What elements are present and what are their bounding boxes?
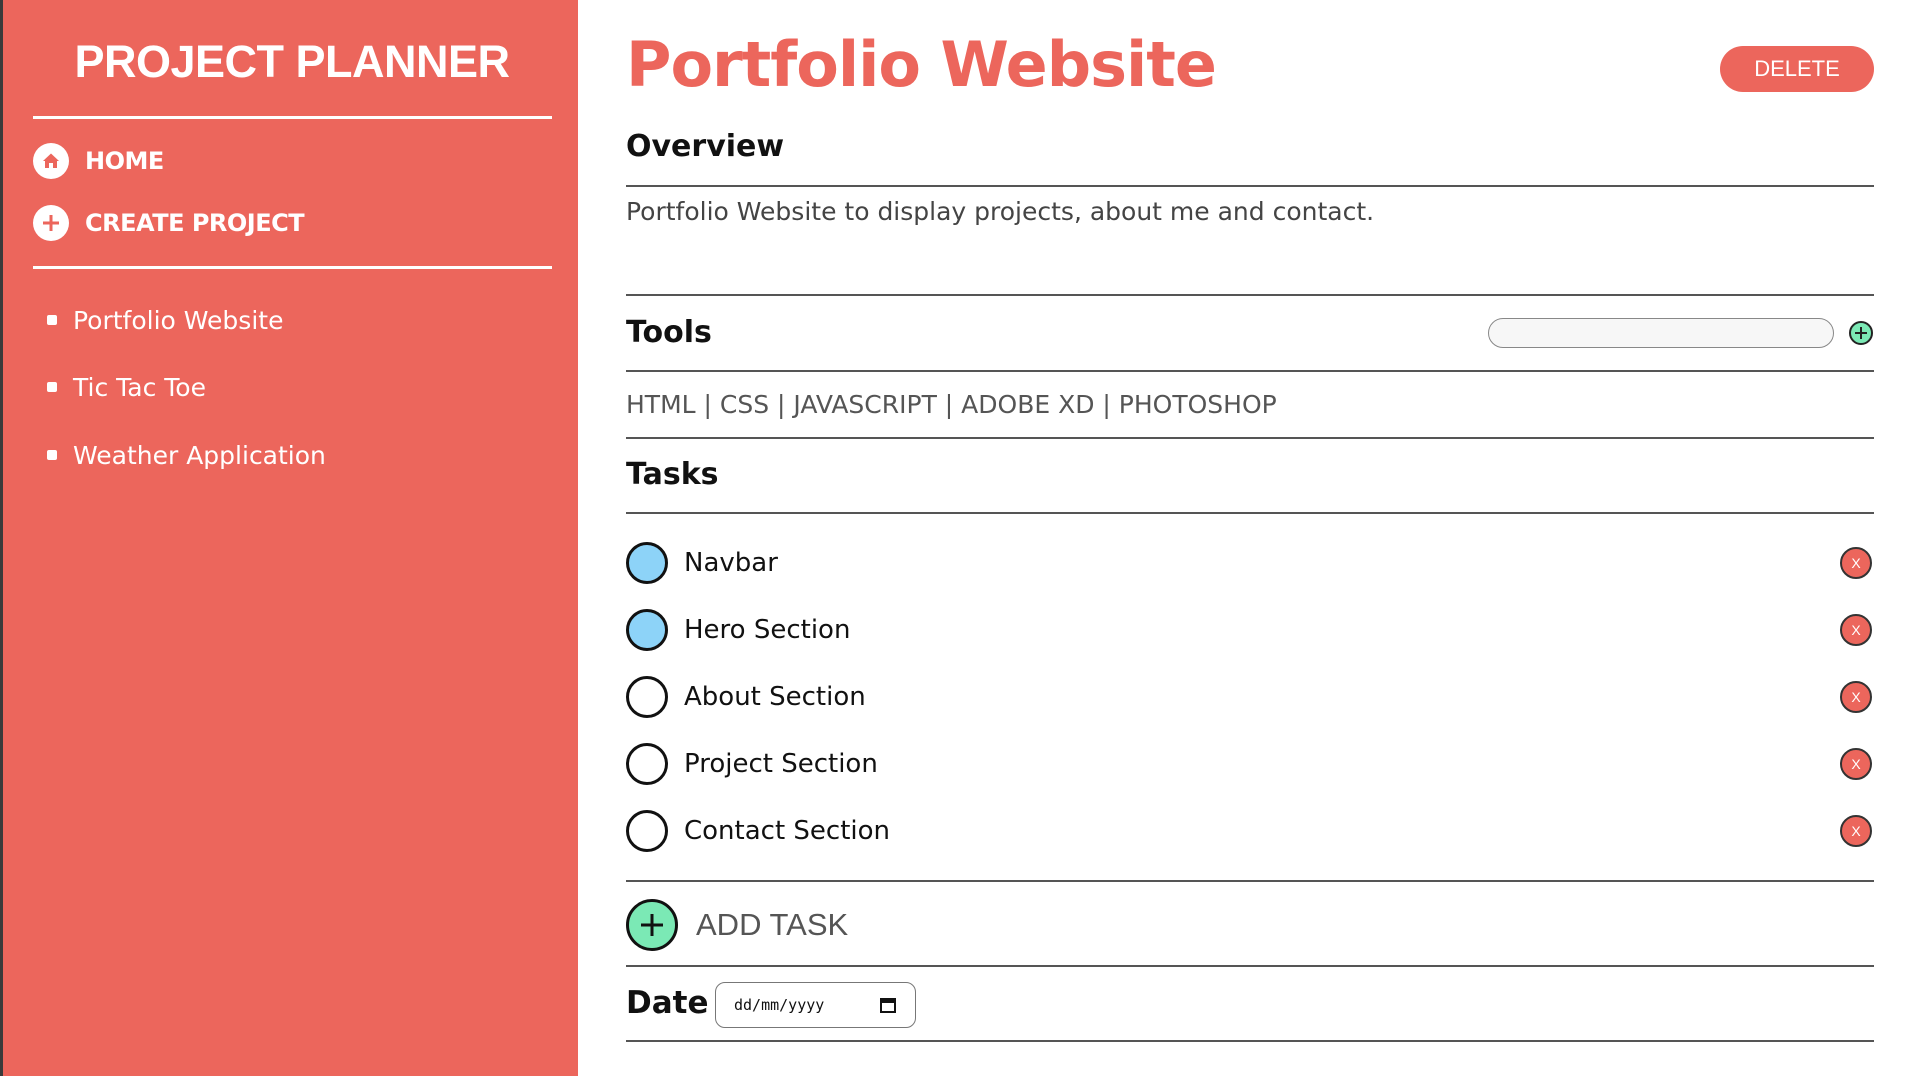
tool-input[interactable] — [1488, 318, 1834, 348]
nav-create-project-label: CREATE PROJECT — [85, 209, 305, 237]
date-input[interactable]: dd/mm/yyyy — [715, 982, 916, 1028]
sidebar-divider — [33, 116, 552, 119]
task-label: Hero Section — [684, 615, 851, 645]
bullet-icon — [47, 450, 57, 460]
delete-task-button[interactable]: X — [1840, 547, 1872, 579]
task-row: Hero Section X — [626, 609, 1874, 651]
add-task-label: ADD TASK — [696, 907, 849, 942]
divider — [626, 880, 1874, 882]
delete-task-button[interactable]: X — [1840, 815, 1872, 847]
task-label: About Section — [684, 682, 866, 712]
sidebar: PROJECT PLANNER HOME CREATE PROJECT Port… — [0, 0, 578, 1076]
divider — [626, 185, 1874, 187]
task-row: About Section X — [626, 676, 1874, 718]
home-icon — [33, 143, 69, 179]
nav-home[interactable]: HOME — [33, 141, 164, 181]
divider — [626, 370, 1874, 372]
nav-home-label: HOME — [85, 147, 164, 175]
tasks-heading: Tasks — [626, 457, 719, 492]
delete-task-button[interactable]: X — [1840, 748, 1872, 780]
sidebar-project-tic-tac-toe[interactable]: Tic Tac Toe — [47, 367, 206, 407]
sidebar-divider — [33, 266, 552, 269]
overview-text: Portfolio Website to display projects, a… — [626, 197, 1375, 226]
add-task-button[interactable]: ADD TASK — [626, 899, 848, 951]
page-title: Portfolio Website — [626, 28, 1217, 101]
task-checkbox[interactable] — [626, 743, 668, 785]
sidebar-project-portfolio-website[interactable]: Portfolio Website — [47, 300, 283, 340]
bullet-icon — [47, 382, 57, 392]
project-label: Weather Application — [73, 440, 326, 470]
add-tool-button[interactable] — [1849, 321, 1873, 345]
plus-circle-icon — [33, 205, 69, 241]
sidebar-project-weather-application[interactable]: Weather Application — [47, 435, 326, 475]
nav-create-project[interactable]: CREATE PROJECT — [33, 203, 305, 243]
task-label: Project Section — [684, 749, 878, 779]
task-row: Navbar X — [626, 542, 1874, 584]
brand-title: PROJECT PLANNER — [74, 36, 510, 87]
delete-task-button[interactable]: X — [1840, 681, 1872, 713]
plus-circle-icon — [626, 899, 678, 951]
delete-task-button[interactable]: X — [1840, 614, 1872, 646]
date-placeholder: dd/mm/yyyy — [734, 996, 825, 1014]
plus-icon — [1855, 327, 1867, 339]
overview-heading: Overview — [626, 129, 785, 164]
task-checkbox[interactable] — [626, 676, 668, 718]
task-checkbox[interactable] — [626, 542, 668, 584]
project-label: Portfolio Website — [73, 305, 284, 335]
delete-button[interactable]: DELETE — [1720, 46, 1874, 92]
divider — [626, 437, 1874, 439]
date-label: Date — [626, 985, 709, 1021]
task-label: Contact Section — [684, 816, 891, 846]
tools-list: HTML | CSS | JAVASCRIPT | ADOBE XD | PHO… — [626, 390, 1277, 419]
divider — [626, 1040, 1874, 1042]
divider — [626, 965, 1874, 967]
task-label: Navbar — [684, 548, 778, 578]
calendar-icon[interactable] — [879, 996, 897, 1014]
divider — [626, 512, 1874, 514]
task-row: Contact Section X — [626, 810, 1874, 852]
tools-heading: Tools — [626, 315, 712, 350]
divider — [626, 294, 1874, 296]
task-row: Project Section X — [626, 743, 1874, 785]
task-checkbox[interactable] — [626, 609, 668, 651]
task-checkbox[interactable] — [626, 810, 668, 852]
bullet-icon — [47, 315, 57, 325]
project-label: Tic Tac Toe — [73, 372, 206, 402]
